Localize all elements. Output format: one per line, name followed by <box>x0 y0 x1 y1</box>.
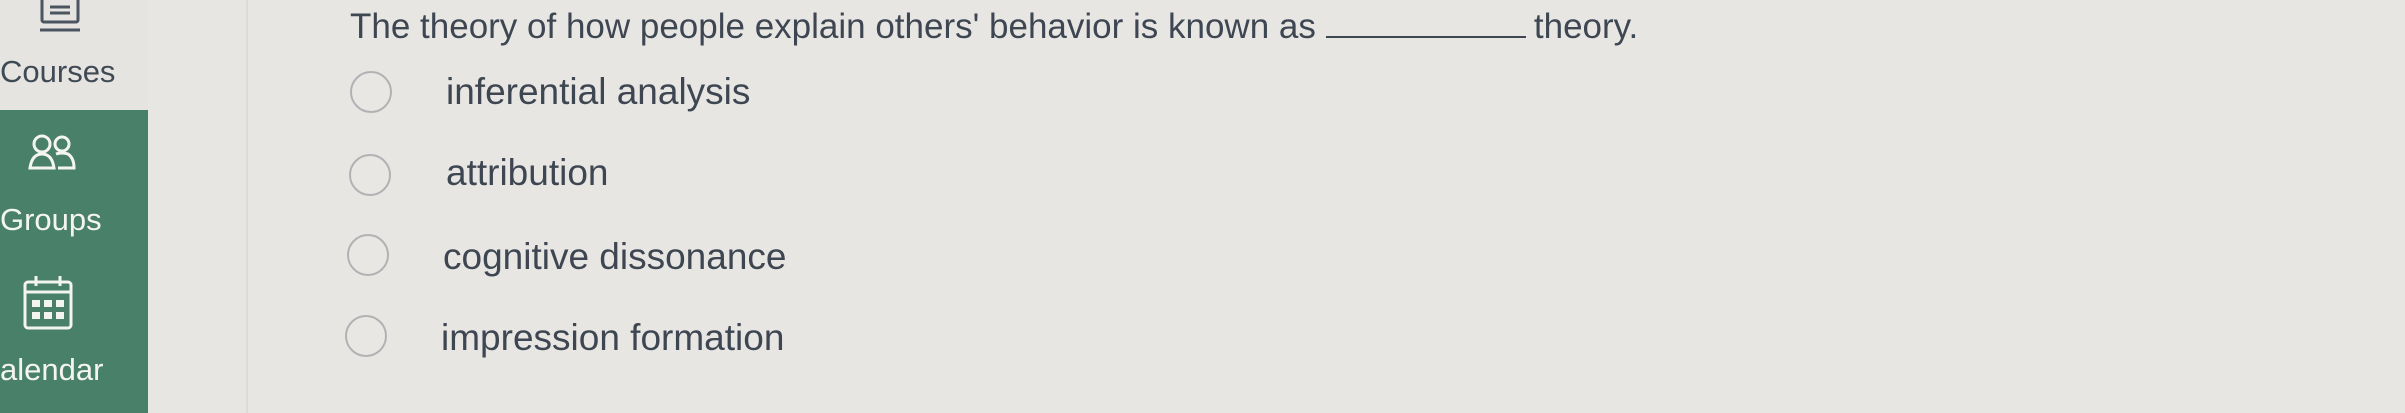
sidebar-item-calendar[interactable]: alendar <box>0 352 103 388</box>
groups-icon[interactable] <box>28 134 78 174</box>
sidebar-item-courses[interactable]: Courses <box>0 54 115 90</box>
question-suffix: theory. <box>1533 7 1639 46</box>
answer-option[interactable] <box>349 154 391 196</box>
radio-button[interactable] <box>349 154 391 196</box>
radio-button[interactable] <box>350 71 392 113</box>
sidebar-item-groups[interactable]: Groups <box>0 202 102 238</box>
answer-option-label[interactable]: cognitive dissonance <box>443 235 787 279</box>
answer-blank <box>1325 8 1526 38</box>
content-divider <box>246 0 248 413</box>
answer-option-label[interactable]: impression formation <box>441 316 784 360</box>
global-nav-sidebar: Courses Groups alendar <box>0 0 148 413</box>
question-prefix: The theory of how people explain others'… <box>350 7 1316 46</box>
answer-option-label[interactable]: inferential analysis <box>446 70 750 114</box>
calendar-icon[interactable] <box>22 274 74 332</box>
answer-option[interactable] <box>350 71 392 113</box>
radio-button[interactable] <box>345 315 387 357</box>
question-text: The theory of how people explain others'… <box>350 5 1638 49</box>
courses-icon[interactable] <box>40 0 80 38</box>
answer-option-label[interactable]: attribution <box>446 151 609 195</box>
answer-option[interactable] <box>345 315 387 357</box>
radio-button[interactable] <box>347 234 389 276</box>
answer-option[interactable] <box>347 234 389 276</box>
